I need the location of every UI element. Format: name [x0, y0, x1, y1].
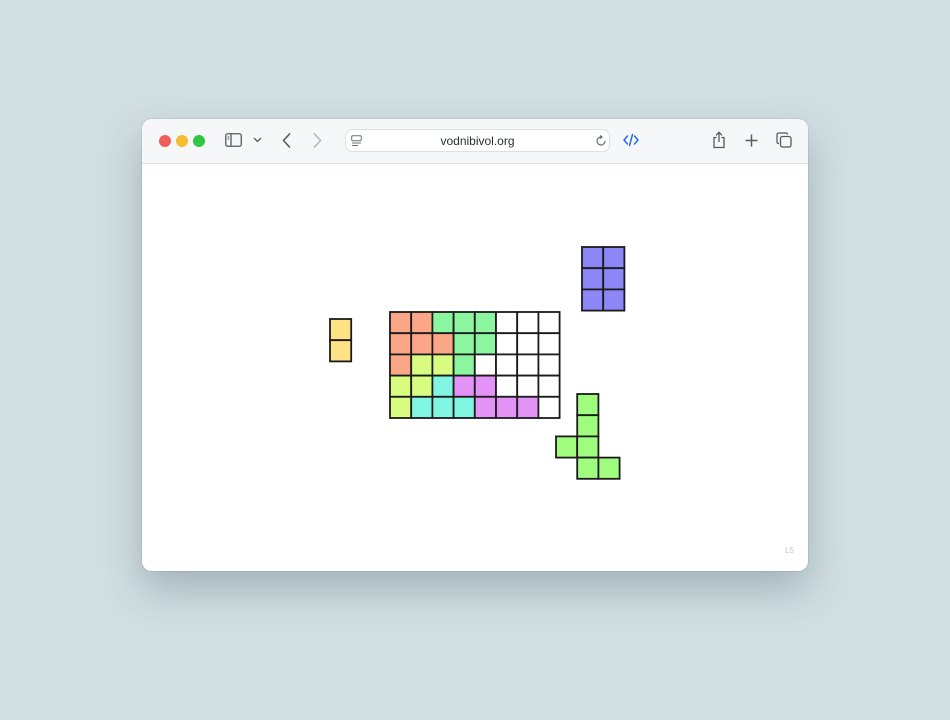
chevron-left-icon: [282, 132, 290, 148]
piece-green-shape[interactable]: [555, 393, 621, 480]
board-cell[interactable]: [516, 353, 540, 377]
board-cell[interactable]: [431, 374, 455, 398]
piece-cell[interactable]: [602, 246, 626, 270]
close-window-button[interactable]: [159, 135, 171, 147]
board-cell[interactable]: [389, 374, 413, 398]
board-cell[interactable]: [537, 374, 561, 398]
browser-window: vodnibivol.org L5: [142, 119, 808, 571]
developer-code-icon[interactable]: [622, 132, 640, 148]
minimize-window-button[interactable]: [176, 135, 188, 147]
board-cell[interactable]: [389, 395, 413, 419]
board-cell[interactable]: [473, 374, 497, 398]
board-cell[interactable]: [537, 311, 561, 335]
piece-cell[interactable]: [581, 288, 605, 312]
reload-icon[interactable]: [594, 134, 607, 148]
board-cell[interactable]: [389, 353, 413, 377]
tab-overview-icon[interactable]: [775, 131, 793, 149]
piece-cell[interactable]: [597, 456, 621, 480]
board-cell[interactable]: [452, 395, 476, 419]
board-cell[interactable]: [495, 374, 519, 398]
browser-toolbar: vodnibivol.org: [142, 119, 808, 164]
address-bar[interactable]: vodnibivol.org: [345, 129, 610, 152]
board-cell[interactable]: [516, 311, 540, 335]
back-button[interactable]: [279, 131, 293, 149]
board-cell[interactable]: [495, 395, 519, 419]
new-tab-icon[interactable]: [743, 132, 759, 148]
piece-cell[interactable]: [581, 246, 605, 270]
page-content: L5: [142, 164, 808, 571]
board-cell[interactable]: [452, 311, 476, 335]
piece-cell[interactable]: [602, 288, 626, 312]
piece-cell[interactable]: [555, 435, 579, 459]
board-cell[interactable]: [516, 374, 540, 398]
piece-blue-rectangle[interactable]: [581, 246, 626, 312]
board-cell[interactable]: [495, 311, 519, 335]
board-cell[interactable]: [537, 332, 561, 356]
share-icon[interactable]: [711, 130, 727, 150]
piece-cell[interactable]: [602, 267, 626, 291]
piece-cell[interactable]: [576, 435, 600, 459]
piece-cell[interactable]: [329, 339, 353, 363]
forward-button[interactable]: [310, 131, 324, 149]
board-cell[interactable]: [389, 332, 413, 356]
board-cell[interactable]: [473, 332, 497, 356]
piece-yellow-domino[interactable]: [329, 318, 353, 363]
level-label: L5: [785, 546, 794, 555]
chevron-right-icon: [313, 132, 321, 148]
sidebar-toggle-icon[interactable]: [224, 132, 242, 148]
board-cell[interactable]: [537, 353, 561, 377]
piece-cell[interactable]: [576, 414, 600, 438]
board-cell[interactable]: [410, 332, 434, 356]
board-cell[interactable]: [410, 353, 434, 377]
chevron-down-icon[interactable]: [251, 135, 263, 145]
board-cell[interactable]: [473, 353, 497, 377]
piece-cell[interactable]: [576, 456, 600, 480]
board-cell[interactable]: [389, 311, 413, 335]
board-cell[interactable]: [452, 374, 476, 398]
puzzle-board[interactable]: [389, 311, 561, 419]
board-cell[interactable]: [431, 332, 455, 356]
zoom-window-button[interactable]: [193, 135, 205, 147]
board-cell[interactable]: [452, 353, 476, 377]
board-cell[interactable]: [410, 374, 434, 398]
piece-cell[interactable]: [576, 393, 600, 417]
piece-cell[interactable]: [329, 318, 353, 342]
board-cell[interactable]: [410, 311, 434, 335]
puzzle-canvas: [329, 246, 626, 480]
board-cell[interactable]: [473, 311, 497, 335]
board-cell[interactable]: [473, 395, 497, 419]
board-cell[interactable]: [495, 353, 519, 377]
board-cell[interactable]: [410, 395, 434, 419]
board-cell[interactable]: [516, 395, 540, 419]
url-text[interactable]: vodnibivol.org: [346, 134, 609, 148]
board-cell[interactable]: [431, 353, 455, 377]
piece-cell[interactable]: [581, 267, 605, 291]
board-cell[interactable]: [431, 395, 455, 419]
board-cell[interactable]: [495, 332, 519, 356]
board-cell[interactable]: [537, 395, 561, 419]
board-cell[interactable]: [452, 332, 476, 356]
board-cell[interactable]: [516, 332, 540, 356]
board-cell[interactable]: [431, 311, 455, 335]
